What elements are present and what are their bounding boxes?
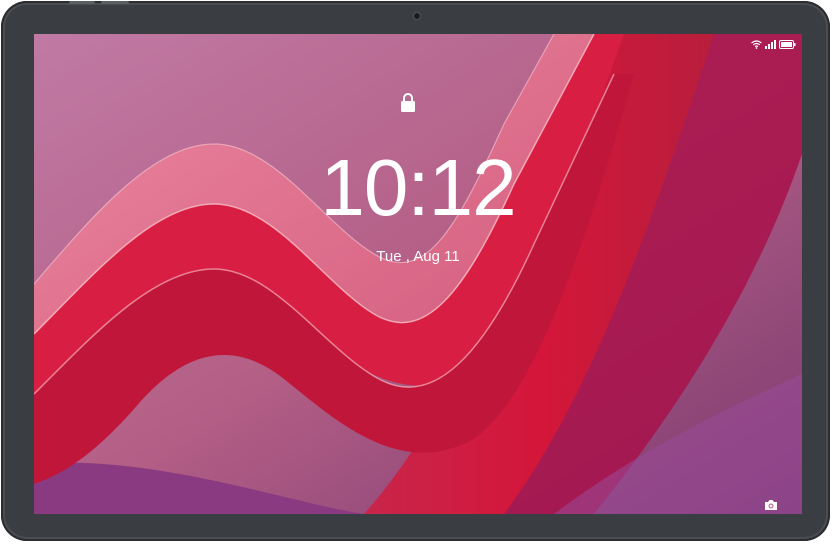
wifi-icon [751, 36, 762, 54]
power-button [101, 1, 129, 4]
camera-icon[interactable] [764, 498, 778, 514]
battery-icon [779, 36, 796, 54]
signal-icon [765, 36, 776, 54]
front-camera [414, 13, 420, 19]
status-bar [751, 36, 796, 54]
wallpaper [34, 34, 802, 514]
volume-button [69, 1, 95, 4]
lock-icon [400, 92, 416, 117]
lockscreen-date: Tue , Aug 11 [376, 248, 460, 265]
tablet-frame: 10:12 Tue , Aug 11 [1, 1, 830, 541]
lockscreen-clock: 10:12 [320, 143, 516, 232]
lock-screen[interactable]: 10:12 Tue , Aug 11 [34, 34, 802, 514]
